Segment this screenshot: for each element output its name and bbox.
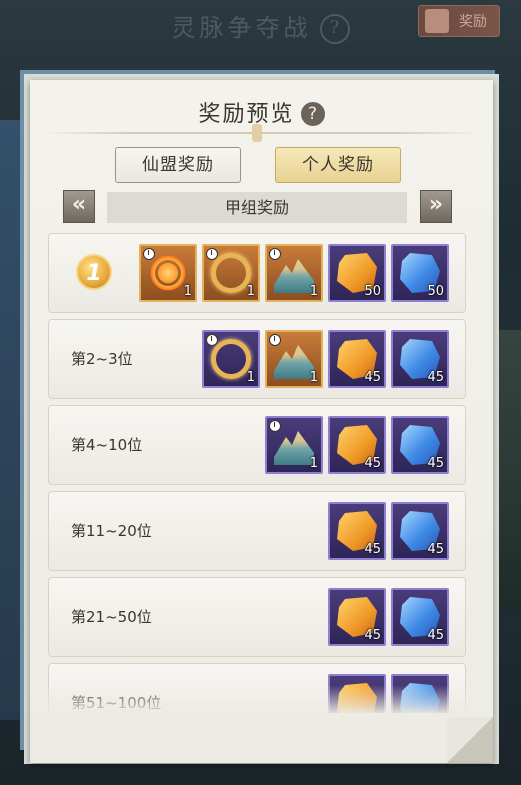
- list-fade: [48, 685, 466, 715]
- divider-ornament-icon: [252, 124, 262, 142]
- rank-label: 第4~10位: [71, 436, 143, 454]
- item-quantity: 45: [427, 628, 444, 643]
- reward-item[interactable]: 45: [328, 330, 386, 388]
- landscape-scene-icon: [274, 431, 314, 465]
- item-quantity: 1: [183, 284, 192, 299]
- reward-item[interactable]: 1: [202, 244, 260, 302]
- item-quantity: 45: [364, 370, 381, 385]
- landscape-scene-icon: [274, 259, 314, 293]
- reward-button[interactable]: 奖励: [418, 5, 500, 37]
- item-quantity: 50: [427, 284, 444, 299]
- rank-1-medal-icon: 1: [76, 254, 112, 290]
- reward-item[interactable]: 45: [391, 588, 449, 646]
- page-curl: [447, 717, 493, 763]
- rank-label: 第11~20位: [71, 522, 152, 540]
- item-quantity: 1: [309, 456, 318, 471]
- item-quantity: 45: [364, 456, 381, 471]
- reward-item[interactable]: 45: [328, 416, 386, 474]
- clock-icon: [269, 248, 281, 260]
- item-quantity: 1: [246, 284, 255, 299]
- reward-item[interactable]: 1: [139, 244, 197, 302]
- reward-item[interactable]: 50: [328, 244, 386, 302]
- reward-list[interactable]: 1 1 1 1 50 50 第2~3位 1 1 45 45 第4~10位 1 45 45 第11~20位 45 4…: [48, 233, 466, 713]
- panel-help-icon[interactable]: ?: [300, 102, 325, 126]
- clock-icon: [206, 248, 218, 260]
- reward-row: 第4~10位 1 45 45: [48, 405, 466, 485]
- panel-title: 奖励预览?: [30, 96, 493, 128]
- item-quantity: 45: [427, 542, 444, 557]
- landscape-scene-icon: [274, 345, 314, 379]
- item-quantity: 45: [364, 542, 381, 557]
- screen-title-text: 灵脉争夺战: [171, 14, 312, 42]
- help-icon[interactable]: ?: [319, 14, 350, 44]
- prev-group-button[interactable]: «: [63, 190, 95, 223]
- tab-personal-rewards[interactable]: 个人奖励: [275, 147, 401, 183]
- gift-icon: [425, 9, 449, 33]
- reward-item[interactable]: 45: [391, 416, 449, 474]
- reward-item[interactable]: 45: [391, 330, 449, 388]
- reward-item[interactable]: 50: [391, 244, 449, 302]
- item-quantity: 1: [309, 284, 318, 299]
- item-quantity: 45: [427, 456, 444, 471]
- reward-button-label: 奖励: [459, 14, 487, 30]
- golden-ring-icon: [211, 253, 251, 293]
- next-group-button[interactable]: »: [420, 190, 452, 223]
- reward-item[interactable]: 1: [202, 330, 260, 388]
- clock-icon: [269, 334, 281, 346]
- panel-title-text: 奖励预览: [198, 102, 295, 127]
- reward-row: 第21~50位 45 45: [48, 577, 466, 657]
- item-quantity: 45: [364, 628, 381, 643]
- rank-label: 第21~50位: [71, 608, 152, 626]
- item-quantity: 1: [309, 370, 318, 385]
- reward-item[interactable]: 1: [265, 244, 323, 302]
- item-quantity: 50: [364, 284, 381, 299]
- clock-icon: [143, 248, 155, 260]
- golden-ring-icon: [211, 339, 251, 379]
- clock-icon: [206, 334, 218, 346]
- reward-row: 第2~3位 1 1 45 45: [48, 319, 466, 399]
- reward-item[interactable]: 45: [328, 502, 386, 560]
- tab-alliance-rewards[interactable]: 仙盟奖励: [115, 147, 241, 183]
- reward-item[interactable]: 1: [265, 416, 323, 474]
- item-quantity: 45: [427, 370, 444, 385]
- item-quantity: 1: [246, 370, 255, 385]
- reward-row: 第11~20位 45 45: [48, 491, 466, 571]
- group-label: 甲组奖励: [107, 192, 407, 223]
- reward-row: 1 1 1 1 50 50: [48, 233, 466, 313]
- reward-item[interactable]: 45: [391, 502, 449, 560]
- reward-item[interactable]: 1: [265, 330, 323, 388]
- reward-item[interactable]: 45: [328, 588, 386, 646]
- fire-ring-icon: [148, 253, 188, 293]
- rank-label: 第2~3位: [71, 350, 133, 368]
- reward-preview-panel: 奖励预览? 仙盟奖励 个人奖励 « 甲组奖励 » 1 1 1 1 50 50 第2~3位 1 1…: [30, 80, 493, 763]
- clock-icon: [269, 420, 281, 432]
